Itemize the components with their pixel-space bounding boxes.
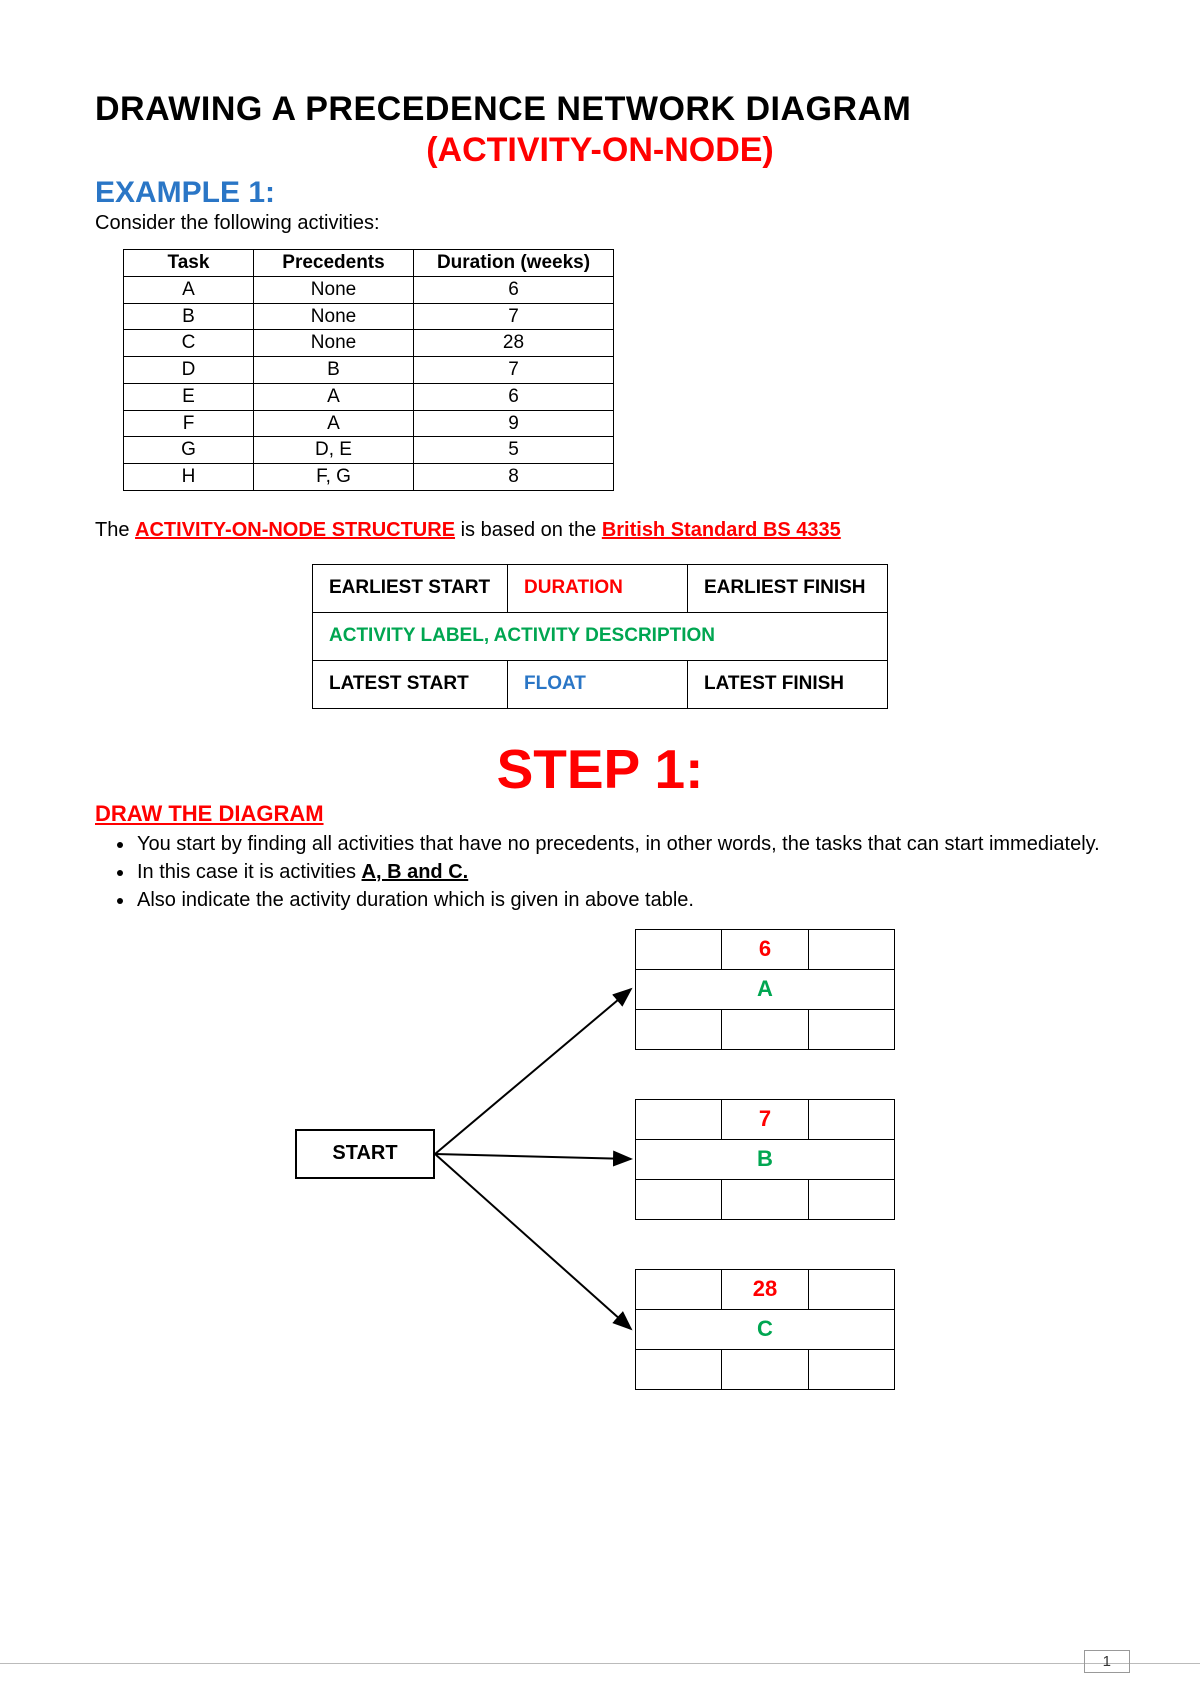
- table-row: BNone7: [124, 303, 614, 330]
- table-row: ANone6: [124, 276, 614, 303]
- start-node: START: [295, 1129, 435, 1179]
- aon-structure-term: ACTIVITY-ON-NODE STRUCTURE: [135, 519, 455, 541]
- legend-earliest-start: EARLIEST START: [313, 564, 508, 612]
- bullet-item: You start by finding all activities that…: [135, 831, 1105, 857]
- table-row: DB7: [124, 357, 614, 384]
- legend-activity-description: ACTIVITY LABEL, ACTIVITY DESCRIPTION: [313, 612, 888, 660]
- diagram-arrows: [95, 929, 1105, 1449]
- table-row: EA6: [124, 383, 614, 410]
- draw-the-diagram-heading: DRAW THE DIAGRAM: [95, 801, 1105, 827]
- th-precedents: Precedents: [254, 250, 414, 277]
- th-task: Task: [124, 250, 254, 277]
- page-number: 1: [1084, 1650, 1130, 1673]
- node-b-label: B: [636, 1139, 895, 1179]
- activity-node-a: 6 A: [635, 929, 895, 1050]
- legend-duration: DURATION: [508, 564, 688, 612]
- node-c-duration: 28: [722, 1269, 808, 1309]
- node-a-label: A: [636, 969, 895, 1009]
- legend-latest-finish: LATEST FINISH: [688, 660, 888, 708]
- node-structure-legend: EARLIEST START DURATION EARLIEST FINISH …: [312, 564, 888, 709]
- table-row: CNone28: [124, 330, 614, 357]
- step-heading: STEP 1:: [95, 737, 1105, 801]
- intro-text: Consider the following activities:: [95, 212, 1105, 235]
- example-heading: EXAMPLE 1:: [95, 176, 1105, 210]
- page-title-line1: DRAWING A PRECEDENCE NETWORK DIAGRAM: [95, 90, 1105, 129]
- legend-float: FLOAT: [508, 660, 688, 708]
- th-duration: Duration (weeks): [414, 250, 614, 277]
- page-title-line2: (ACTIVITY-ON-NODE): [95, 131, 1105, 170]
- bs4335-term: British Standard BS 4335: [602, 519, 841, 541]
- node-a-duration: 6: [722, 929, 808, 969]
- precedence-diagram: START 6 A 7 B 28 C: [95, 929, 1105, 1449]
- bullet-item: In this case it is activities A, B and C…: [135, 859, 1105, 885]
- node-c-label: C: [636, 1309, 895, 1349]
- table-row: FA9: [124, 410, 614, 437]
- legend-earliest-finish: EARLIEST FINISH: [688, 564, 888, 612]
- footer-rule: [0, 1663, 1200, 1664]
- activity-node-b: 7 B: [635, 1099, 895, 1220]
- node-b-duration: 7: [722, 1099, 808, 1139]
- table-row: HF, G8: [124, 464, 614, 491]
- instruction-bullets: You start by finding all activities that…: [135, 831, 1105, 913]
- table-row: GD, E5: [124, 437, 614, 464]
- activity-node-c: 28 C: [635, 1269, 895, 1390]
- aon-structure-sentence: The ACTIVITY-ON-NODE STRUCTURE is based …: [95, 519, 1105, 542]
- activity-table: Task Precedents Duration (weeks) ANone6 …: [123, 249, 614, 491]
- legend-latest-start: LATEST START: [313, 660, 508, 708]
- bullet-item: Also indicate the activity duration whic…: [135, 887, 1105, 913]
